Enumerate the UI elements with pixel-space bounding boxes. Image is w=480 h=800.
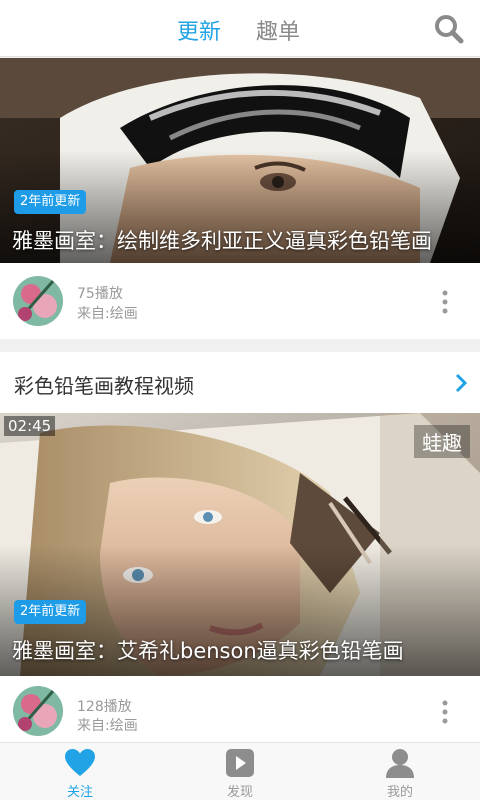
nav-mine[interactable]: 我的 bbox=[320, 743, 480, 800]
nav-follow[interactable]: 关注 bbox=[0, 743, 160, 800]
bottom-nav: 关注 发现 我的 bbox=[0, 742, 480, 800]
section-header[interactable]: 彩色铅笔画教程视频 bbox=[0, 352, 480, 413]
section-title: 彩色铅笔画教程视频 bbox=[14, 374, 194, 398]
nav-discover[interactable]: 发现 bbox=[160, 743, 320, 800]
more-options-icon[interactable] bbox=[440, 290, 450, 314]
avatar[interactable] bbox=[13, 276, 63, 326]
play-icon bbox=[226, 749, 254, 777]
nav-mine-label: 我的 bbox=[386, 785, 413, 800]
source-label: 来自:绘画 bbox=[77, 718, 138, 734]
video-thumbnail-2[interactable]: 02:45 蛙趣 2年前更新 雅墨画室：艾希礼benson逼真彩色铅笔画 bbox=[0, 413, 480, 676]
nav-discover-label: 发现 bbox=[226, 785, 253, 800]
top-bar: 更新 趣单 bbox=[0, 0, 480, 57]
chevron-right-icon bbox=[455, 373, 468, 393]
video-thumbnail-1[interactable]: 2年前更新 雅墨画室：绘制维多利亚正义逼真彩色铅笔画 bbox=[0, 58, 480, 263]
search-icon[interactable] bbox=[434, 14, 464, 44]
heart-icon bbox=[65, 749, 95, 776]
more-options-icon[interactable] bbox=[440, 700, 450, 724]
play-count: 128播放 bbox=[77, 699, 132, 715]
tab-updates[interactable]: 更新 bbox=[177, 14, 221, 46]
watermark-logo: 蛙趣 bbox=[414, 425, 470, 458]
update-badge: 2年前更新 bbox=[14, 600, 87, 624]
avatar[interactable] bbox=[13, 686, 63, 736]
play-count: 75播放 bbox=[77, 286, 123, 302]
update-badge: 2年前更新 bbox=[14, 190, 87, 214]
video-meta-2: 128播放 来自:绘画 bbox=[0, 676, 480, 742]
video-duration: 02:45 bbox=[4, 416, 56, 436]
source-label: 来自:绘画 bbox=[77, 306, 138, 322]
nav-follow-label: 关注 bbox=[66, 785, 93, 800]
video-meta-1: 75播放 来自:绘画 bbox=[0, 263, 480, 339]
tab-lists[interactable]: 趣单 bbox=[256, 14, 300, 46]
video-title: 雅墨画室：绘制维多利亚正义逼真彩色铅笔画 bbox=[12, 229, 432, 253]
video-title: 雅墨画室：艾希礼benson逼真彩色铅笔画 bbox=[12, 639, 404, 663]
user-icon bbox=[386, 749, 414, 778]
